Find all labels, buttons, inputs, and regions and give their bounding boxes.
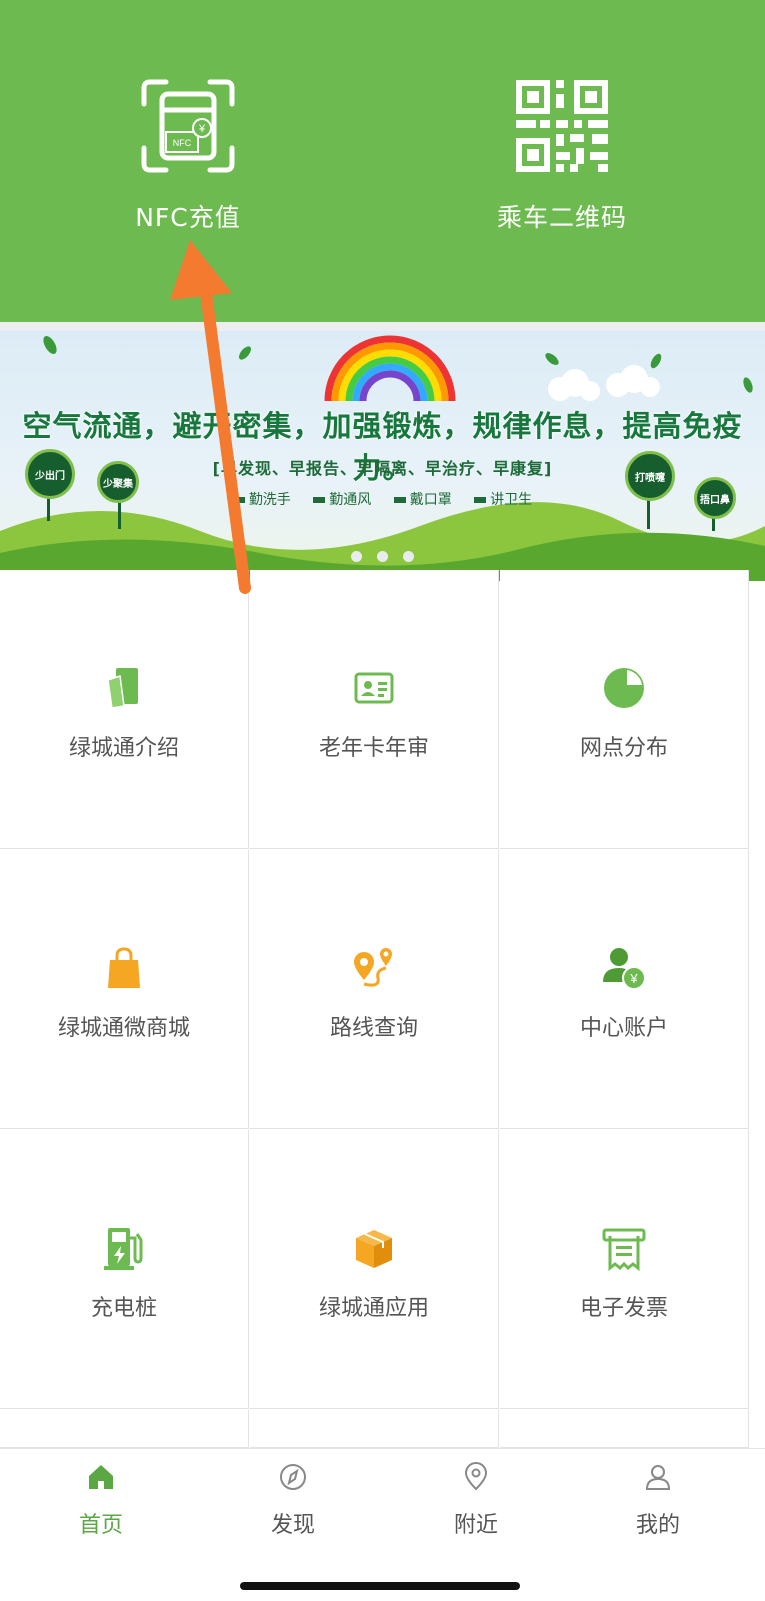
charging-station-icon	[104, 1228, 143, 1270]
grid-item-label: 绿城通介绍	[68, 736, 179, 761]
tab-mine[interactable]: 我的	[598, 1461, 718, 1539]
sign-pole	[118, 501, 121, 529]
tab-label: 发现	[270, 1513, 315, 1538]
id-card-icon	[354, 672, 394, 704]
grid-item-label: 绿城通应用	[318, 1296, 429, 1321]
grid-item-partial	[500, 1410, 749, 1448]
nfc-card-icon: NFC ¥	[141, 79, 235, 173]
grid-item-account[interactable]: ¥ 中心账户	[500, 850, 749, 1129]
card-icon	[107, 668, 138, 709]
grid-item-mall[interactable]: 绿城通微商城	[0, 850, 249, 1129]
tab-nearby[interactable]: 附近	[416, 1461, 536, 1539]
nfc-recharge-button[interactable]: NFC ¥ NFC充值	[58, 70, 318, 240]
grid-item-outlets[interactable]: 网点分布	[500, 570, 749, 849]
grid-item-intro[interactable]: 绿城通介绍	[0, 570, 249, 849]
svg-text:¥: ¥	[198, 123, 206, 135]
grid-item-partial	[250, 1410, 499, 1448]
grid-item-senior-card[interactable]: 老年卡年审	[250, 570, 499, 849]
carousel-dot[interactable]	[377, 551, 388, 562]
banner-tip: 戴口罩	[394, 492, 452, 508]
box-icon	[356, 1230, 392, 1268]
banner-sign: 少出门	[25, 449, 75, 499]
carousel-indicator	[0, 547, 765, 566]
banner-tip: 讲卫生	[474, 492, 532, 508]
grid-item-label: 路线查询	[329, 1016, 418, 1041]
divider	[0, 322, 765, 331]
promo-carousel[interactable]: 空气流通，避开密集，加强锻炼，规律作息，提高免疫力。 [早发现、早报告、早隔离、…	[0, 331, 765, 581]
header-banner: NFC ¥ NFC充值 乘车二维码	[0, 0, 765, 322]
tab-home[interactable]: 首页	[41, 1461, 161, 1539]
pie-chart-icon	[604, 668, 644, 708]
ride-qr-code-button[interactable]: 乘车二维码	[432, 70, 692, 240]
bottom-tab-bar: 首页 发现 附近 我的	[0, 1448, 765, 1601]
carousel-dot[interactable]	[403, 551, 415, 562]
grid-item-label: 中心账户	[579, 1016, 668, 1041]
carousel-dot[interactable]	[350, 551, 362, 562]
grid-item-partial	[0, 1410, 249, 1448]
tab-discover[interactable]: 发现	[233, 1461, 353, 1539]
tab-label: 我的	[635, 1513, 680, 1538]
route-icon	[354, 948, 392, 987]
tab-label: 附近	[453, 1513, 498, 1538]
tab-label: 首页	[78, 1513, 123, 1538]
ride-qr-code-label: 乘车二维码	[496, 203, 627, 232]
invoice-icon	[602, 1228, 646, 1272]
banner-tip: 勤通风	[313, 492, 371, 508]
banner-tip: 勤洗手	[233, 492, 291, 508]
user-icon	[645, 1465, 671, 1490]
svg-text:NFC: NFC	[173, 138, 192, 148]
banner-sign: 少聚集	[97, 461, 139, 503]
grid-item-label: 绿城通微商城	[57, 1016, 190, 1041]
grid-item-invoice[interactable]: 电子发票	[500, 1130, 749, 1409]
banner-sign: 捂口鼻	[694, 477, 736, 519]
qr-code-icon	[516, 80, 608, 172]
home-icon	[89, 1465, 113, 1489]
grid-item-label: 老年卡年审	[318, 736, 429, 761]
grid-item-charging[interactable]: 充电桩	[0, 1130, 249, 1409]
location-icon	[464, 1462, 488, 1491]
nfc-recharge-label: NFC充值	[135, 203, 241, 232]
banner-sign: 打喷嚏	[625, 451, 675, 501]
shopping-bag-icon	[108, 947, 140, 988]
grid-item-label: 网点分布	[579, 736, 668, 761]
svg-text:¥: ¥	[629, 971, 638, 986]
grid-item-label: 充电桩	[90, 1296, 157, 1321]
grid-item-label: 电子发票	[579, 1296, 668, 1321]
account-yen-icon: ¥	[603, 948, 646, 990]
compass-icon	[280, 1464, 306, 1490]
home-indicator	[240, 1582, 520, 1590]
grid-item-route[interactable]: 路线查询	[250, 850, 499, 1129]
grid-item-apps[interactable]: 绿城通应用	[250, 1130, 499, 1409]
